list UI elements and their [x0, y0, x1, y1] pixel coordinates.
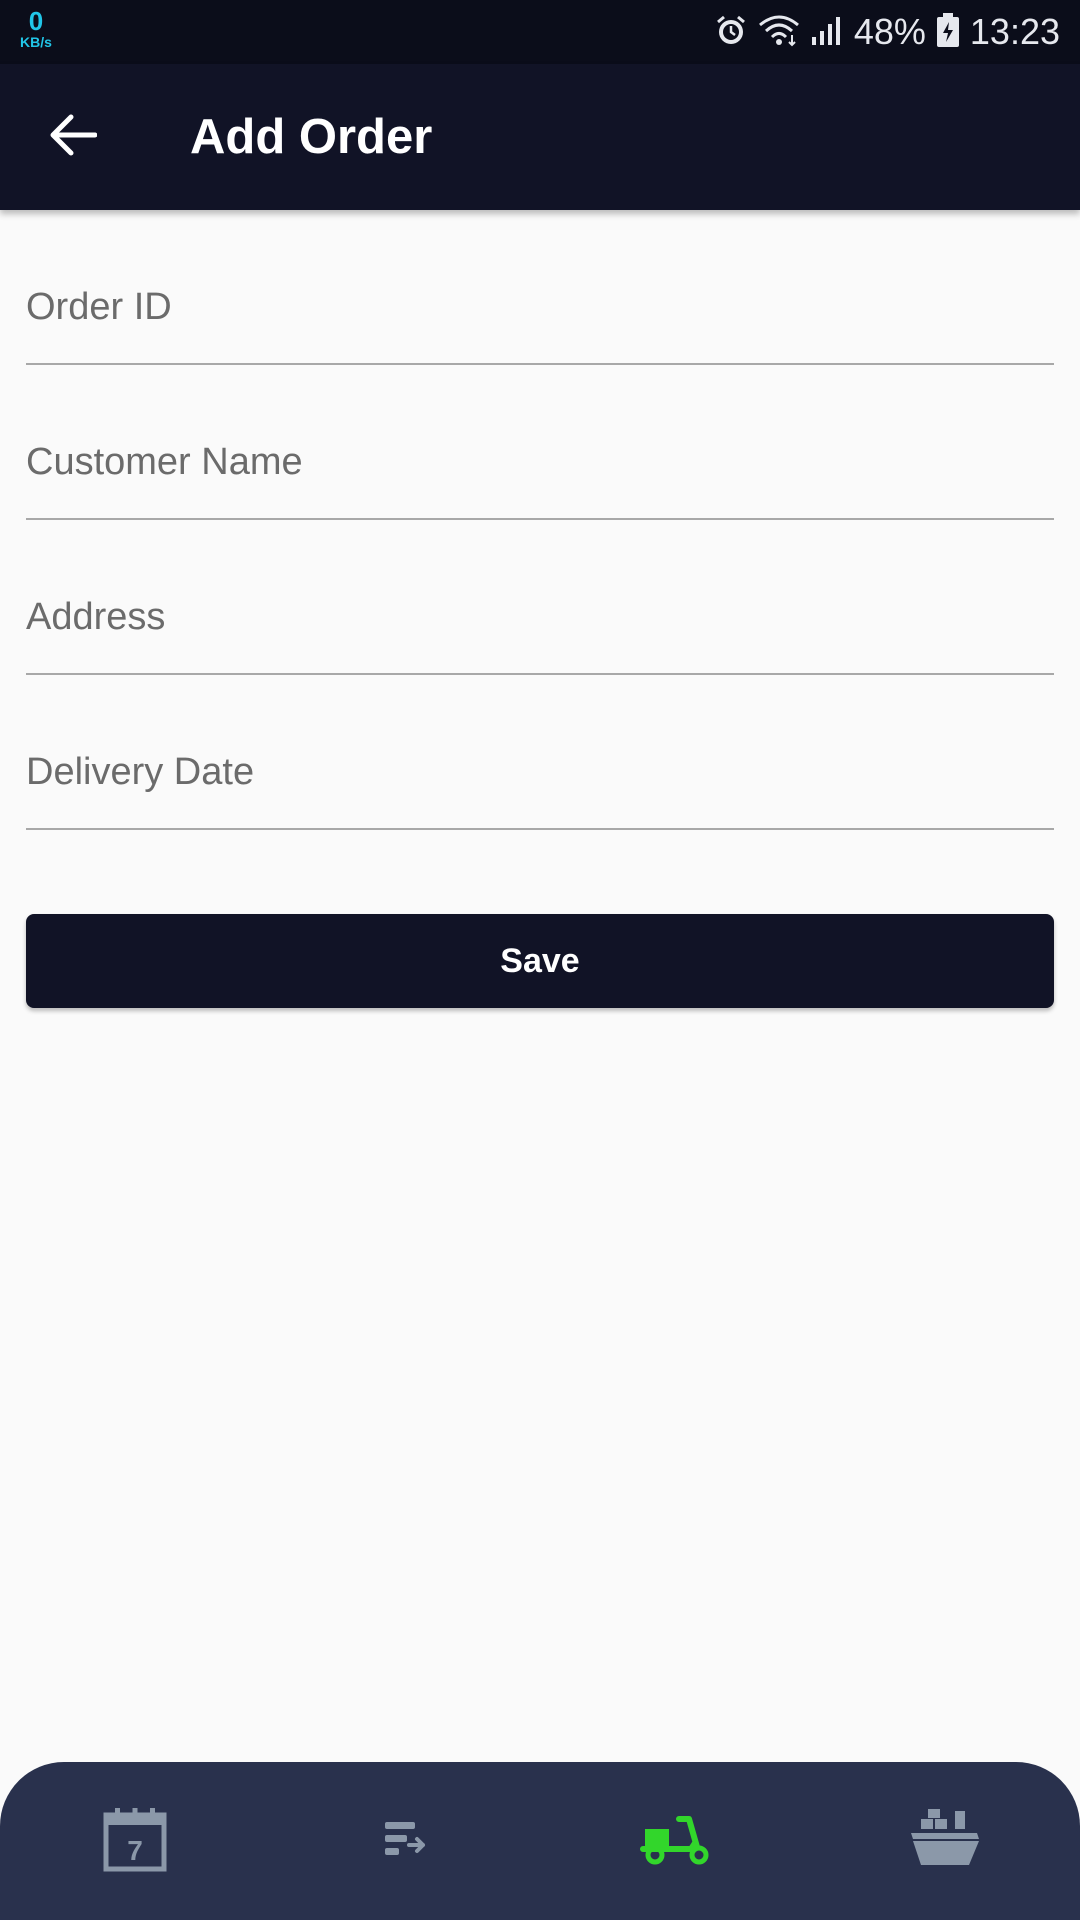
battery-icon	[936, 12, 960, 53]
save-button[interactable]: Save	[26, 914, 1054, 1008]
status-bar: 0 KB/s 48% 13:23	[0, 0, 1080, 64]
status-icons: 48% 13:23	[714, 0, 1060, 64]
nav-item-list[interactable]	[270, 1762, 540, 1920]
calendar-icon: 7	[103, 1806, 167, 1877]
alarm-icon	[714, 13, 748, 52]
nav-item-shipping[interactable]	[810, 1762, 1080, 1920]
order-id-input[interactable]	[26, 277, 1054, 337]
delivery-date-field	[26, 675, 1054, 830]
page-title: Add Order	[190, 110, 433, 164]
network-speed-unit: KB/s	[20, 34, 52, 50]
network-speed-value: 0	[28, 6, 44, 36]
scooter-icon	[639, 1813, 711, 1870]
nav-item-calendar[interactable]: 7	[0, 1762, 270, 1920]
wifi-icon	[758, 13, 800, 52]
app-bar: Add Order	[0, 64, 1080, 210]
address-input[interactable]	[26, 587, 1054, 647]
order-id-field	[26, 210, 1054, 365]
battery-percent: 48%	[853, 11, 926, 52]
add-order-form	[26, 210, 1054, 830]
back-button[interactable]	[38, 102, 108, 172]
address-field	[26, 520, 1054, 675]
ship-icon	[907, 1808, 983, 1874]
list-export-icon	[383, 1819, 427, 1864]
delivery-date-input[interactable]	[26, 742, 1054, 802]
clock-time: 13:23	[969, 11, 1060, 52]
network-speed: 0 KB/s	[14, 8, 58, 49]
signal-icon	[810, 13, 844, 52]
bottom-navigation: 7	[0, 1762, 1080, 1920]
arrow-left-icon	[49, 113, 98, 162]
customer-name-input[interactable]	[26, 432, 1054, 492]
nav-item-delivery[interactable]	[540, 1762, 810, 1920]
customer-name-field	[26, 365, 1054, 520]
calendar-day: 7	[127, 1835, 143, 1866]
